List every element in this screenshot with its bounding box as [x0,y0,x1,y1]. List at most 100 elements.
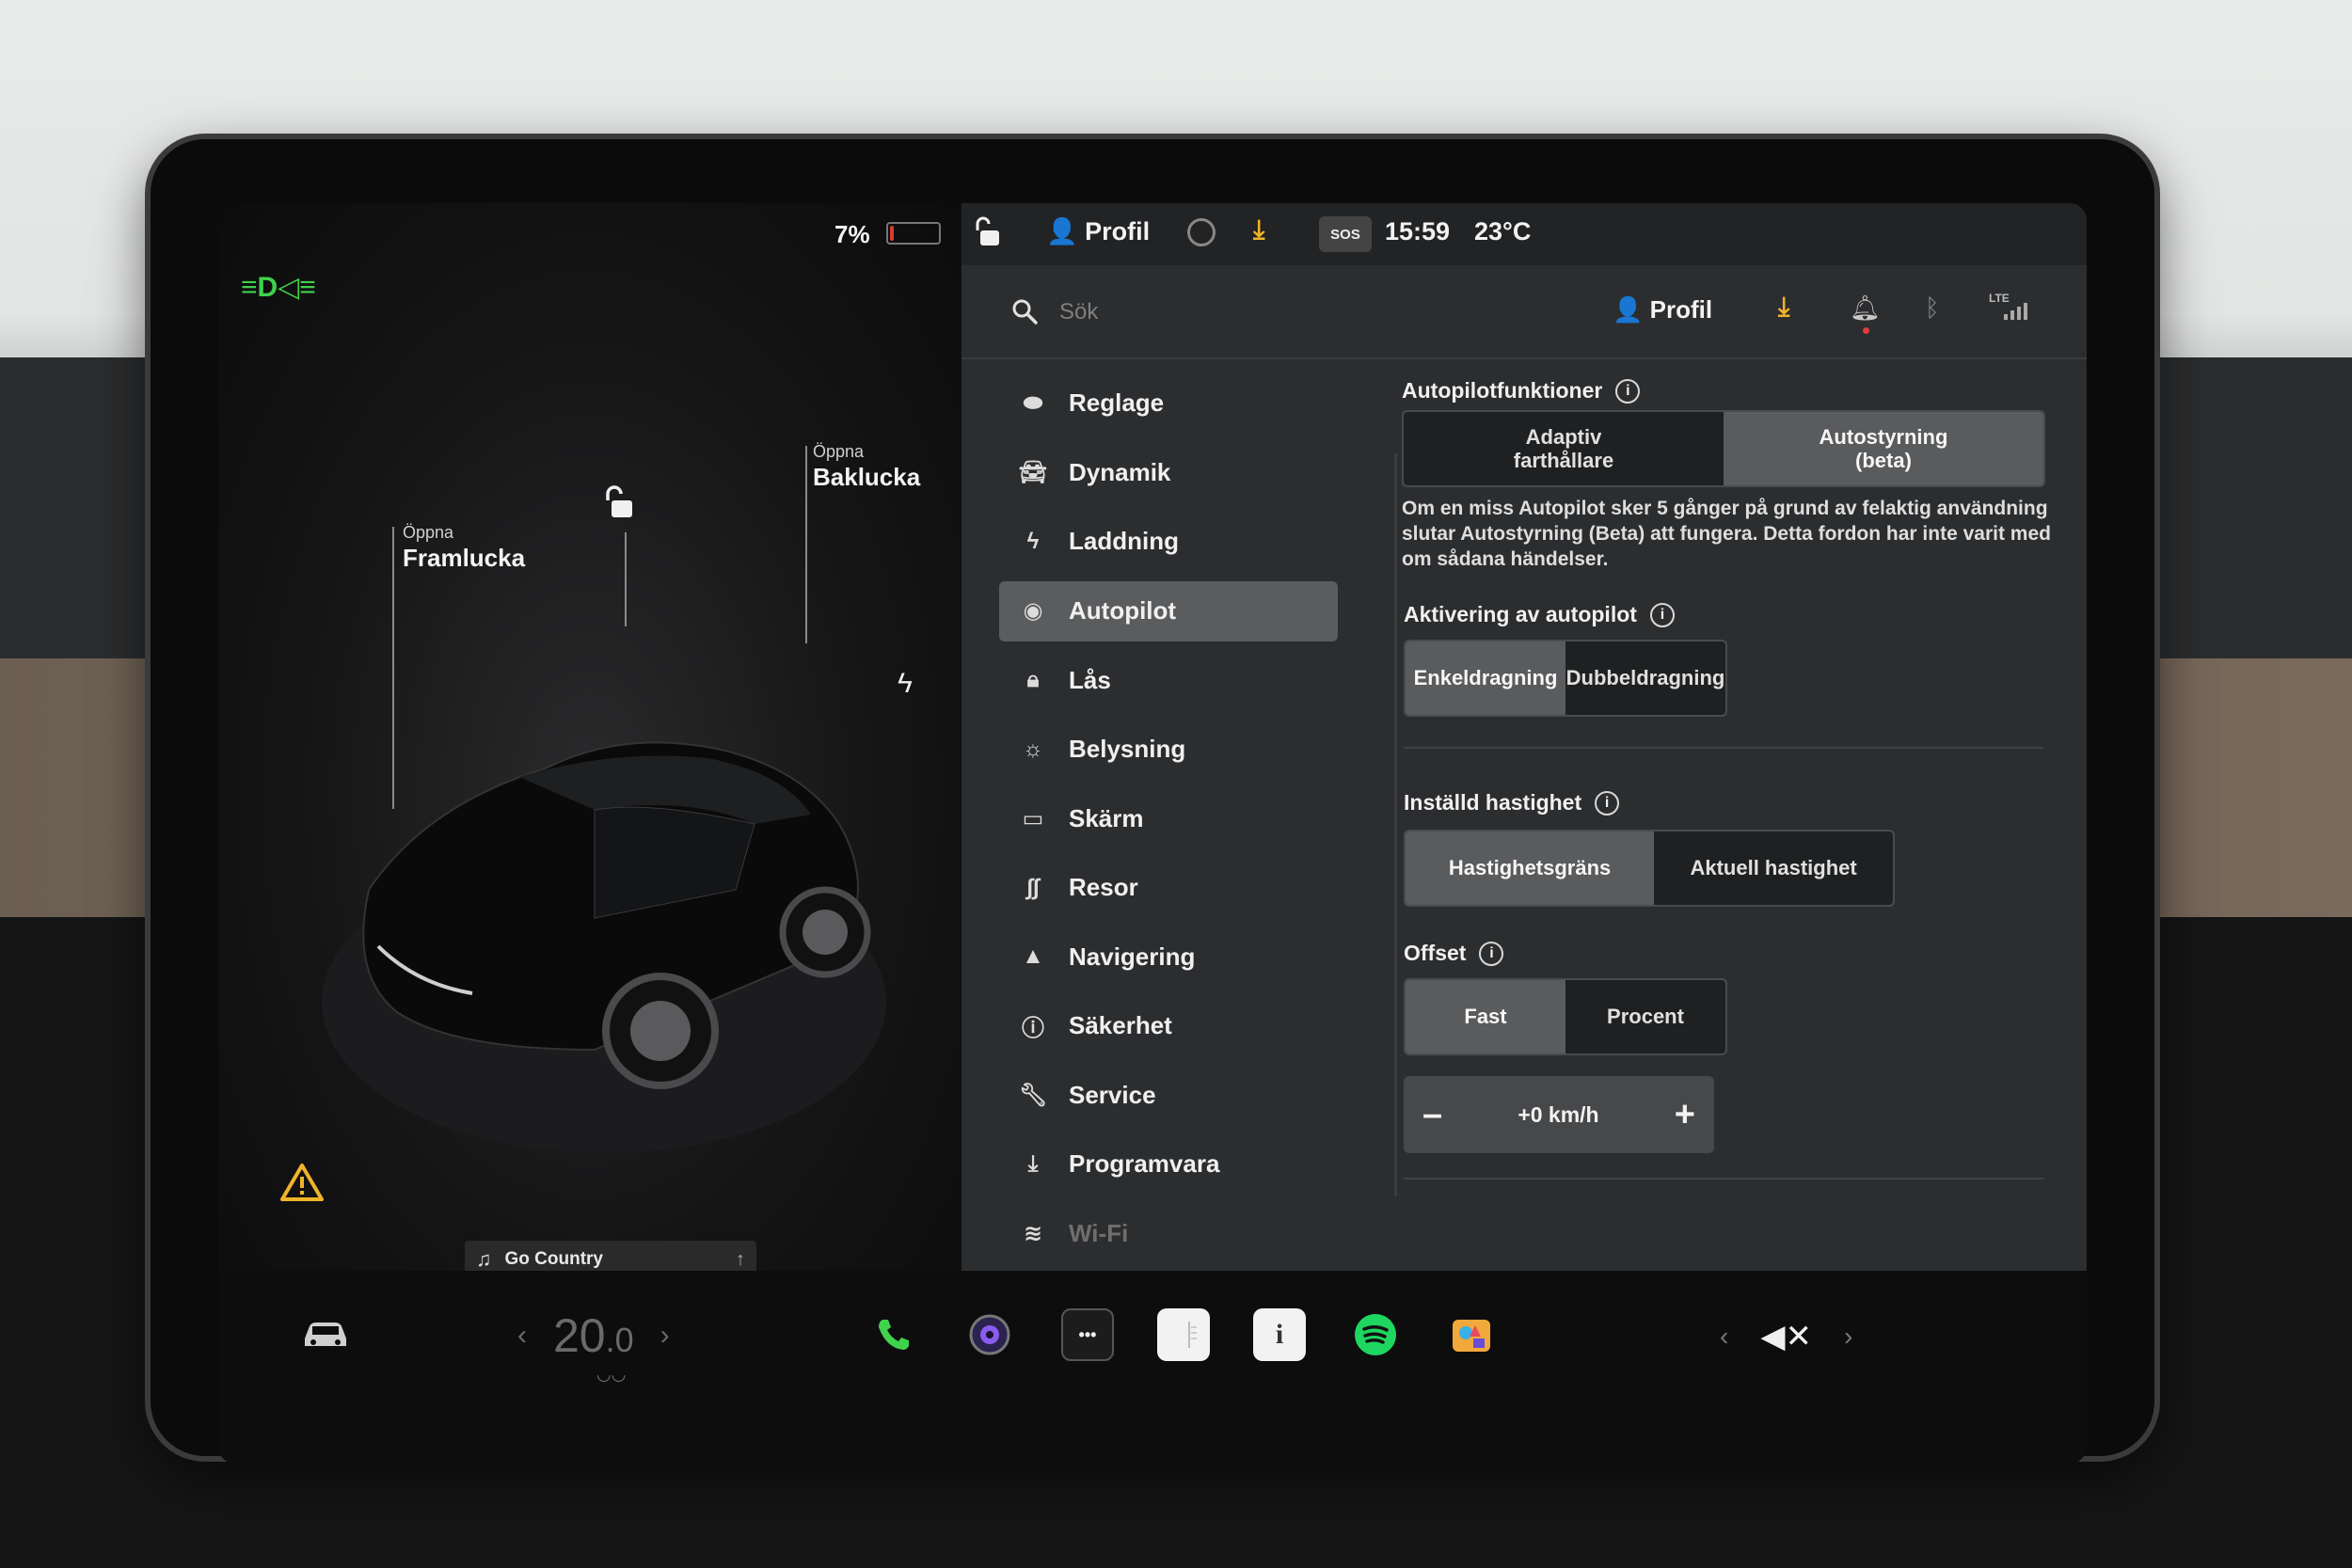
notes-app-icon[interactable] [1157,1308,1210,1361]
info-icon[interactable]: i [1649,602,1675,627]
features-option-button[interactable]: Autostyrning (beta) [1724,412,2043,485]
volume-down-button[interactable]: ‹ [1720,1322,1728,1352]
speed-option-button[interactable]: Aktuell hastighet [1654,832,1893,905]
offset-value: +0 km/h [1518,1101,1599,1127]
sidebar-item-autopilot[interactable]: ◉ Autopilot [999,580,1338,641]
temp-decrease-button[interactable]: ‹ [517,1320,527,1352]
sos-button[interactable]: SOS [1319,216,1372,252]
activation-title: Aktivering av autopilot [1404,602,1637,626]
display-icon: ▭ [1022,805,1044,832]
warning-icon[interactable] [280,1163,324,1202]
download-icon[interactable]: ⤓ [1778,292,1789,323]
sidebar-item-label: Wi-Fi [1069,1218,1129,1247]
settings-profile[interactable]: 👤 Profil [1613,295,1712,325]
offset-option-button[interactable]: Procent [1565,980,1725,1053]
search-input[interactable] [1059,290,1436,335]
offset-increase-button[interactable]: + [1675,1095,1695,1135]
settings-menu: ⬬ Reglage 🚘︎ Dynamik ϟ Laddning ◉ Autopilot 🔒︎ Lå… [999,369,1338,1268]
sidebar-item-laddning[interactable]: ϟ Laddning [999,507,1338,577]
sidebar-item-service[interactable]: 🔧︎ Service [999,1061,1338,1131]
sidebar-item-skärm[interactable]: ▭ Skärm [999,784,1338,854]
offset-title: Offset [1404,941,1467,965]
mute-speaker-icon[interactable]: ◀✕ [1760,1318,1812,1355]
now-playing-title: Go Country [504,1249,604,1269]
volume-control: ‹ ◀✕ › [1720,1318,1852,1355]
set-speed-toggle: Hastighetsgräns Aktuell hastighet [1404,830,1895,907]
steering-wheel-icon: ◉ [1023,598,1043,624]
trunk-open-button[interactable]: Baklucka [813,463,920,492]
sidebar-item-belysning[interactable]: ☼ Belysning [999,715,1338,784]
autopilot-features-title: Autopilotfunktioner [1402,378,1603,403]
car-icon: 🚘︎ [1018,459,1048,485]
temp-increase-button[interactable]: › [660,1320,670,1352]
wifi-icon: ≋ [1023,1220,1043,1246]
info-icon[interactable]: i [1595,790,1620,816]
software-update-icon[interactable]: ⤓ [1253,214,1264,245]
sidebar-item-navigering[interactable]: ▲ Navigering [999,923,1338,992]
sentry-icon[interactable] [1187,218,1216,246]
activation-toggle: Enkeldragning Dubbeldragning [1404,640,1727,717]
download-icon: ⤓ [1027,1150,1039,1177]
activation-option-button[interactable]: Enkeldragning [1406,641,1565,715]
sidebar-item-wi-fi[interactable]: ≋ Wi-Fi [999,1199,1338,1269]
profile-icon: 👤 [1613,295,1650,324]
topbar-profile-label: Profil [1085,217,1151,245]
sidebar-item-label: Belysning [1069,735,1186,764]
expand-player-icon[interactable]: ↑ [736,1249,745,1271]
navigation-icon: ▲ [1022,943,1044,970]
phone-app-icon[interactable] [867,1308,920,1361]
notification-bell-icon[interactable]: 🔔︎ [1850,293,1881,323]
sidebar-item-label: Laddning [1069,527,1179,556]
sidebar-item-label: Autopilot [1069,596,1177,625]
lock-status-icon[interactable] [975,216,1003,248]
cabin-temperature-decimal: .0 [605,1321,634,1359]
sidebar-item-dynamik[interactable]: 🚘︎ Dynamik [999,438,1338,508]
car-icon[interactable] [301,1318,350,1352]
sidebar-item-reglage[interactable]: ⬬ Reglage [999,369,1338,438]
frunk-open-button[interactable]: Framlucka [403,544,525,573]
speed-option-button[interactable]: Hastighetsgräns [1406,832,1655,905]
manual-app-icon[interactable]: i [1253,1308,1306,1361]
set-speed-title: Inställd hastighet [1404,790,1582,815]
sidebar-item-label: Säkerhet [1069,1011,1172,1040]
touchscreen: ≡D◁≡ 7% Öppna Framlucka Öppna Baklucka ϟ [218,203,2087,1464]
spotify-app-icon[interactable] [1349,1308,1402,1361]
info-icon[interactable]: i [1615,378,1641,404]
sidebar-item-säkerhet[interactable]: ⓘ Säkerhet [999,991,1338,1061]
search-icon[interactable] [1010,297,1039,325]
more-apps-button[interactable]: ••• [1061,1308,1114,1361]
info-icon[interactable]: i [1479,941,1504,966]
lock-icon: 🔒︎ [1026,667,1040,693]
menu-scrollbar[interactable] [1394,453,1397,1196]
charge-port-icon[interactable]: ϟ [898,668,913,700]
topbar-profile[interactable]: 👤 Profil [1046,216,1150,246]
bluetooth-icon[interactable]: ᛒ [1925,293,1940,323]
unlock-icon[interactable] [604,485,636,519]
offset-option-button[interactable]: Fast [1406,980,1565,1053]
sidebar-item-programvara[interactable]: ⤓ Programvara [999,1130,1338,1199]
settings-header: 👤 Profil ⤓ 🔔︎ ᛒ LTE [961,265,2087,359]
settings-profile-label: Profil [1649,295,1713,324]
features-option-button[interactable]: Adaptiv farthållare [1404,412,1724,485]
divider [1404,747,2043,749]
sidebar-item-label: Lås [1069,665,1111,694]
cabin-temperature[interactable]: 20.0 [553,1308,634,1363]
climate-temperature-control: ‹ 20.0 › [517,1308,670,1363]
toybox-app-icon[interactable] [1445,1308,1498,1361]
cabin-temperature-main: 20 [553,1309,606,1362]
offset-toggle: Fast Procent [1404,978,1727,1055]
autopilot-features-description: Om en miss Autopilot sker 5 gånger på gr… [1402,498,2051,570]
offset-decrease-button[interactable]: – [1422,1095,1442,1135]
autopilot-features-toggle: Adaptiv farthållare Autostyrning (beta) [1402,410,2045,487]
activation-option-button[interactable]: Dubbeldragning [1565,641,1725,715]
battery-icon [886,222,941,245]
sidebar-item-label: Resor [1069,873,1138,902]
car-render [322,741,886,1153]
seat-heater-icon[interactable]: ◡◡ [596,1365,626,1385]
camera-app-icon[interactable] [963,1308,1016,1361]
offset-stepper: – +0 km/h + [1404,1076,1714,1153]
volume-up-button[interactable]: › [1844,1322,1852,1352]
headlights-icon[interactable]: ≡D◁≡ [241,271,316,304]
sidebar-item-lås[interactable]: 🔒︎ Lås [999,646,1338,716]
sidebar-item-resor[interactable]: ∫∫ Resor [999,853,1338,923]
